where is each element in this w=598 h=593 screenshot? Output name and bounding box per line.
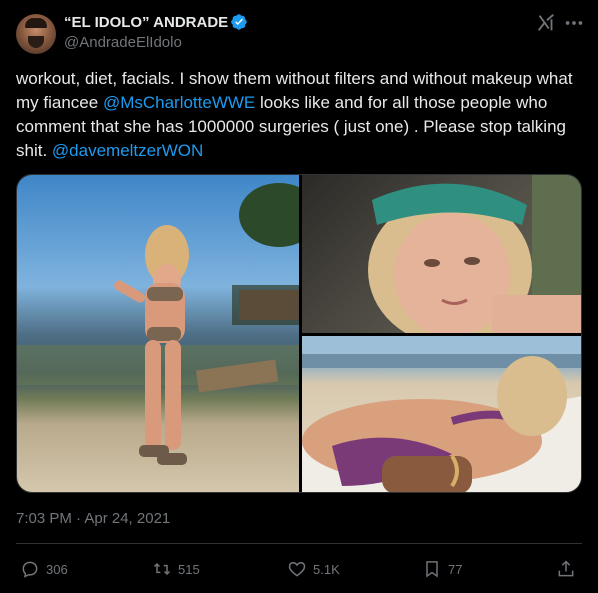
photo-selfie-scene <box>368 175 581 333</box>
media-photo[interactable] <box>302 175 581 333</box>
bookmark-icon <box>426 561 438 578</box>
reply-count: 306 <box>46 561 68 577</box>
photo-beach-scene <box>17 183 299 465</box>
display-name[interactable]: “EL IDOLO” ANDRADE <box>64 14 228 31</box>
retweet-button[interactable]: 515 <box>152 556 200 582</box>
media-photo[interactable] <box>302 336 581 492</box>
reply-button[interactable]: 306 <box>20 556 68 582</box>
photo-lying-scene <box>302 336 581 492</box>
tweet-text: workout, diet, facials. I show them with… <box>16 67 582 163</box>
avatar-hair <box>25 18 47 28</box>
retweet-count: 515 <box>178 561 200 577</box>
mention-link[interactable]: @davemeltzerWON <box>52 141 203 160</box>
media-photo[interactable] <box>17 175 299 492</box>
more-icon[interactable] <box>563 12 585 34</box>
avatar-beard <box>28 36 44 48</box>
heart-icon <box>288 561 306 577</box>
avatar[interactable] <box>16 14 56 54</box>
user-handle[interactable]: @AndradeElIdolo <box>64 34 182 51</box>
tweet-header: “EL IDOLO” ANDRADE @AndradeElIdolo <box>16 12 585 54</box>
retweet-icon <box>153 562 171 576</box>
action-bar: 306 515 5.1K 77 <box>16 556 582 582</box>
share-button[interactable] <box>556 556 576 582</box>
verified-badge-icon <box>231 14 247 30</box>
bookmark-count: 77 <box>448 561 463 577</box>
media-grid <box>16 174 582 493</box>
reply-icon <box>22 561 38 578</box>
divider <box>16 543 582 544</box>
like-button[interactable]: 5.1K <box>287 556 340 582</box>
share-icon <box>558 560 574 577</box>
like-count: 5.1K <box>313 561 340 577</box>
grok-icon[interactable] <box>535 12 557 34</box>
bookmark-button[interactable]: 77 <box>422 556 462 582</box>
mention-link[interactable]: @MsCharlotteWWE <box>103 93 255 112</box>
timestamp[interactable]: 7:03 PM · Apr 24, 2021 <box>16 510 170 527</box>
